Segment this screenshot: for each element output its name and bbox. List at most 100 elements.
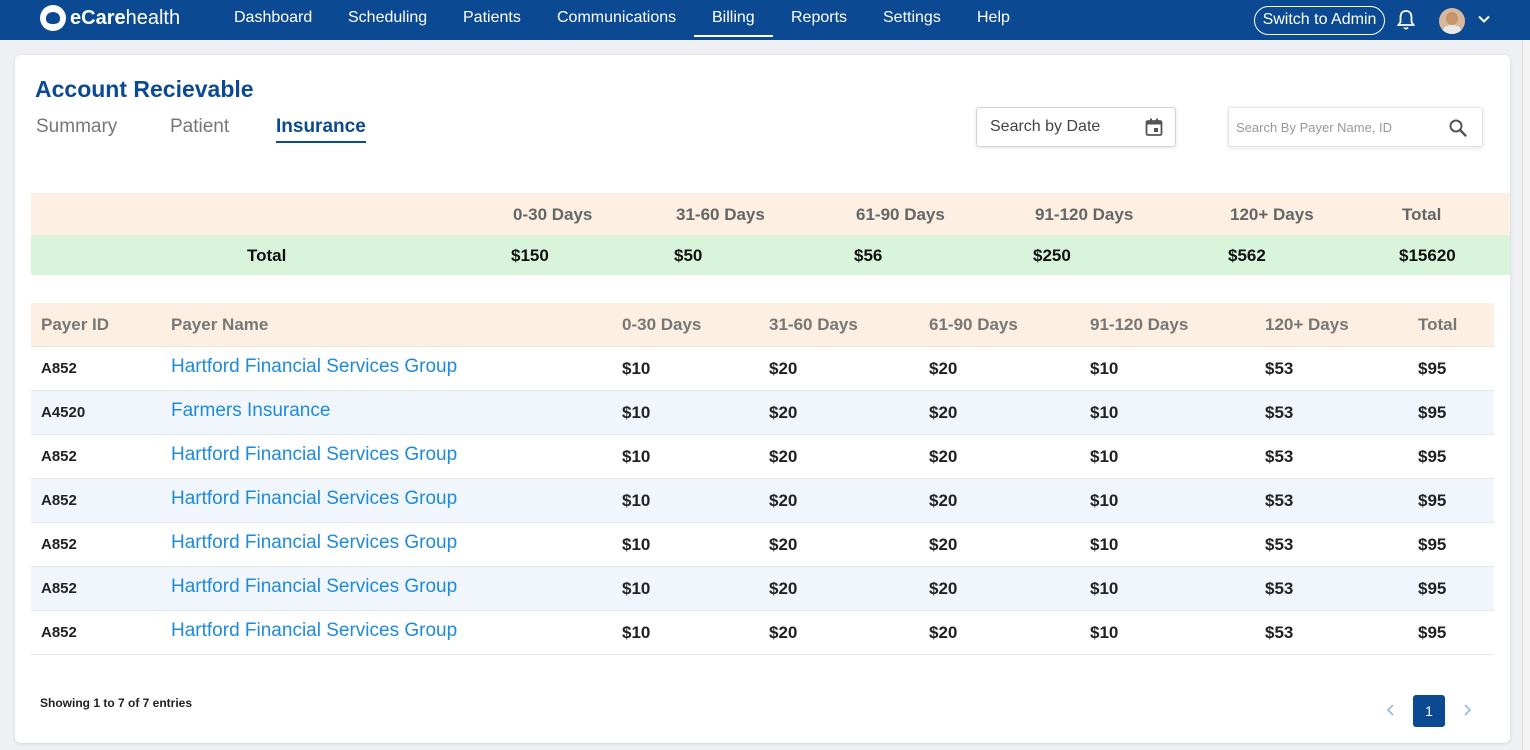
brand-name: eCarehealth xyxy=(70,6,181,29)
payer-name-link[interactable]: Hartford Financial Services Group xyxy=(171,532,457,554)
cell-amount-0-30: $10 xyxy=(622,447,651,466)
search-icon[interactable] xyxy=(1448,118,1468,138)
entries-info: Showing 1 to 7 of 7 entries xyxy=(40,696,193,710)
cell-amount-120-plus: $53 xyxy=(1265,623,1294,642)
cell-amount-total: $95 xyxy=(1418,491,1447,510)
payer-name-link[interactable]: Hartford Financial Services Group xyxy=(171,356,457,378)
user-avatar[interactable] xyxy=(1439,8,1465,34)
date-search-input[interactable] xyxy=(977,108,1137,146)
table-header: Payer ID Payer Name 0-30 Days 31-60 Days… xyxy=(31,303,1494,347)
nav-settings[interactable]: Settings xyxy=(883,0,941,36)
cell-amount-31-60: $20 xyxy=(769,447,798,466)
calendar-icon[interactable] xyxy=(1144,117,1164,137)
table-row: A852 Hartford Financial Services Group $10… xyxy=(31,347,1494,391)
cell-amount-0-30: $10 xyxy=(622,491,651,510)
table-row: A852 Hartford Financial Services Group $10… xyxy=(31,523,1494,567)
cell-payer-id: A852 xyxy=(41,492,77,509)
nav-communications[interactable]: Communications xyxy=(557,0,676,36)
cell-amount-91-120: $10 xyxy=(1090,491,1119,510)
column-header-total[interactable]: Total xyxy=(1418,315,1457,335)
cell-amount-0-30: $10 xyxy=(622,359,651,378)
cell-amount-91-120: $10 xyxy=(1090,447,1119,466)
nav-scheduling[interactable]: Scheduling xyxy=(348,0,427,36)
column-header-120-plus[interactable]: 120+ Days xyxy=(1265,315,1349,335)
tab-patient[interactable]: Patient xyxy=(170,116,229,138)
tab-insurance[interactable]: Insurance xyxy=(276,116,366,143)
column-header-61-90[interactable]: 61-90 Days xyxy=(929,315,1018,335)
cell-payer-id: A852 xyxy=(41,448,77,465)
cell-amount-31-60: $20 xyxy=(769,403,798,422)
notification-bell-icon[interactable] xyxy=(1396,9,1416,31)
table-row: A4520 Farmers Insurance $10 $20 $20 $10 $53 $95 xyxy=(31,391,1494,435)
summary-value-31-60: $50 xyxy=(674,246,703,265)
content-card: Account Recievable Summary Patient Insur… xyxy=(15,55,1510,743)
cell-amount-31-60: $20 xyxy=(769,359,798,378)
heart-logo-icon xyxy=(40,5,66,31)
summary-header-31-60: 31-60 Days xyxy=(676,205,765,224)
payer-name-link[interactable]: Hartford Financial Services Group xyxy=(171,488,457,510)
cell-amount-total: $95 xyxy=(1418,403,1447,422)
nav-reports[interactable]: Reports xyxy=(791,0,847,36)
summary-value-total: $15620 xyxy=(1399,246,1456,265)
cell-amount-31-60: $20 xyxy=(769,623,798,642)
tab-summary[interactable]: Summary xyxy=(36,116,117,138)
cell-amount-31-60: $20 xyxy=(769,491,798,510)
summary-header-91-120: 91-120 Days xyxy=(1035,205,1134,224)
table-row: A852 Hartford Financial Services Group $10… xyxy=(31,479,1494,523)
date-search-field[interactable] xyxy=(976,107,1176,147)
payer-search-field[interactable] xyxy=(1228,107,1483,147)
column-header-91-120[interactable]: 91-120 Days xyxy=(1090,315,1188,335)
pagination-page-1[interactable]: 1 xyxy=(1413,695,1445,727)
app-logo[interactable]: eCarehealth xyxy=(40,4,180,32)
nav-dashboard[interactable]: Dashboard xyxy=(234,0,312,36)
cell-amount-120-plus: $53 xyxy=(1265,403,1294,422)
cell-amount-61-90: $20 xyxy=(929,623,958,642)
summary-value-0-30: $150 xyxy=(511,246,549,265)
cell-amount-61-90: $20 xyxy=(929,359,958,378)
cell-amount-total: $95 xyxy=(1418,579,1447,598)
chevron-left-icon[interactable] xyxy=(1382,701,1400,719)
cell-amount-120-plus: $53 xyxy=(1265,447,1294,466)
page-scrollbar[interactable] xyxy=(1522,40,1530,750)
cell-payer-id: A852 xyxy=(41,580,77,597)
summary-row-label: Total xyxy=(247,246,287,265)
aging-summary-header: 0-30 Days 31-60 Days 61-90 Days 91-120 D… xyxy=(31,193,1510,235)
chevron-right-icon[interactable] xyxy=(1458,701,1476,719)
column-header-payer-id[interactable]: Payer ID xyxy=(41,315,109,335)
cell-amount-120-plus: $53 xyxy=(1265,491,1294,510)
nav-help[interactable]: Help xyxy=(977,0,1010,36)
payer-name-link[interactable]: Hartford Financial Services Group xyxy=(171,576,457,598)
payer-search-input[interactable] xyxy=(1229,108,1439,146)
column-header-0-30[interactable]: 0-30 Days xyxy=(622,315,701,335)
summary-value-120-plus: $562 xyxy=(1228,246,1266,265)
summary-header-total: Total xyxy=(1402,205,1442,224)
switch-to-admin-button[interactable]: Switch to Admin xyxy=(1254,6,1385,35)
column-header-payer-name[interactable]: Payer Name xyxy=(171,315,268,335)
payer-name-link[interactable]: Farmers Insurance xyxy=(171,400,330,422)
column-header-31-60[interactable]: 31-60 Days xyxy=(769,315,858,335)
summary-value-91-120: $250 xyxy=(1033,246,1071,265)
cell-amount-31-60: $20 xyxy=(769,535,798,554)
cell-payer-id: A852 xyxy=(41,624,77,641)
payer-name-link[interactable]: Hartford Financial Services Group xyxy=(171,444,457,466)
cell-amount-91-120: $10 xyxy=(1090,403,1119,422)
nav-billing[interactable]: Billing xyxy=(694,0,773,37)
cell-amount-total: $95 xyxy=(1418,535,1447,554)
cell-amount-120-plus: $53 xyxy=(1265,535,1294,554)
table-row: A852 Hartford Financial Services Group $10… xyxy=(31,435,1494,479)
cell-payer-id: A4520 xyxy=(41,404,86,421)
cell-payer-id: A852 xyxy=(41,536,77,553)
page-title: Account Recievable xyxy=(35,76,254,102)
payer-name-link[interactable]: Hartford Financial Services Group xyxy=(171,620,457,642)
cell-amount-61-90: $20 xyxy=(929,403,958,422)
chevron-down-icon[interactable] xyxy=(1477,12,1491,26)
summary-header-120-plus: 120+ Days xyxy=(1230,205,1314,224)
top-nav-bar: eCarehealth Dashboard Scheduling Patient… xyxy=(0,0,1530,40)
cell-amount-61-90: $20 xyxy=(929,491,958,510)
cell-amount-61-90: $20 xyxy=(929,447,958,466)
cell-amount-91-120: $10 xyxy=(1090,579,1119,598)
nav-patients[interactable]: Patients xyxy=(463,0,521,36)
cell-amount-0-30: $10 xyxy=(622,535,651,554)
summary-header-61-90: 61-90 Days xyxy=(856,205,945,224)
cell-amount-91-120: $10 xyxy=(1090,535,1119,554)
